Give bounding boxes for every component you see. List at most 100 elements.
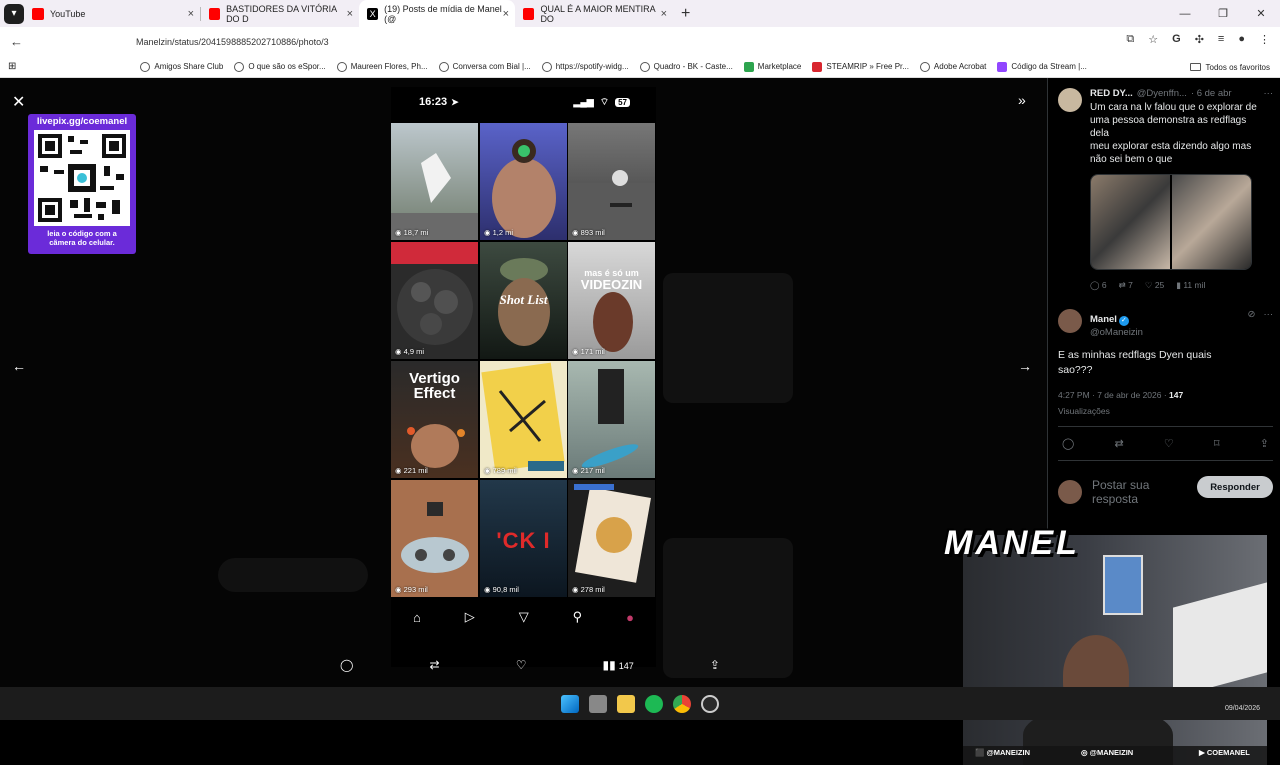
windows-start-icon[interactable] (561, 694, 579, 713)
media-icon[interactable]: ≡ (1218, 33, 1224, 46)
bookmark-item[interactable]: Quadro - BK - Caste... (639, 61, 733, 72)
grid-tile: ◉ 1,2 mi (480, 123, 567, 240)
google-icon[interactable]: G (1172, 33, 1181, 46)
art-photo (574, 484, 651, 583)
bookmark-item[interactable]: https://spotify-widg... (541, 61, 629, 72)
expand-panel-icon[interactable]: » (1018, 92, 1026, 108)
steam-icon[interactable] (701, 694, 719, 713)
url-field[interactable]: Manelzin/status/2041598885202710886/phot… (136, 31, 329, 53)
minimize-button[interactable]: — (1166, 8, 1204, 20)
like-stat[interactable]: ♡ 25 (1145, 280, 1164, 291)
bookmark-icon[interactable]: ⌑ (1214, 437, 1220, 450)
author-handle[interactable]: @oManeizin (1090, 327, 1143, 338)
extensions-icon[interactable]: ✣ (1195, 33, 1204, 46)
media-viewer: ✕ ← → » 16:23 ➤ ▂▄▆ ⌔ 57 ◉ 18,7 mi ◉ 1,2… (0, 78, 1280, 765)
globe-icon (234, 61, 245, 72)
apps-grid-icon[interactable]: ⊞ (8, 61, 16, 72)
tab-title: QUAL É A MAIOR MENTIRA DO (540, 3, 656, 24)
more-options-icon[interactable]: ··· (1264, 88, 1274, 99)
tab-mentira[interactable]: QUAL É A MAIOR MENTIRA DO × (515, 0, 673, 27)
views-value: 18,7 mi (403, 228, 429, 237)
bookmark-item[interactable]: O que são os eSpor... (234, 61, 326, 72)
repost-icon[interactable]: ⇄ (1114, 437, 1123, 450)
reply-stat[interactable]: ◯ 6 (1090, 280, 1107, 291)
skateboard-photo (581, 369, 639, 468)
tweet-line: sao??? (1058, 364, 1093, 376)
maximize-button[interactable]: ❐ (1204, 7, 1242, 20)
x-logo-icon: X (367, 7, 379, 20)
bookmark-item[interactable]: Maureen Flores, Ph... (336, 61, 428, 72)
profile-avatar[interactable]: ● (1238, 33, 1245, 46)
tweet-timestamp[interactable]: 4:27 PM · 7 de abr de 2026 · (1058, 390, 1169, 400)
menu-dots-icon[interactable]: ⋮ (1259, 33, 1270, 46)
reply-icon[interactable]: ◯ (1062, 437, 1074, 450)
more-options-icon[interactable]: ··· (1264, 309, 1274, 320)
views-count: ◉ 4,9 mi (395, 347, 425, 356)
previous-arrow-icon[interactable]: ← (12, 358, 26, 374)
dim-card (663, 273, 793, 403)
hair-photo (391, 242, 478, 345)
search-icon: ⚲ (572, 609, 583, 624)
reply-button[interactable]: Responder (1197, 476, 1273, 498)
tab-youtube[interactable]: YouTube × (24, 0, 200, 27)
next-arrow-icon[interactable]: → (1018, 358, 1032, 374)
close-icon[interactable]: × (188, 8, 194, 20)
close-icon[interactable]: × (503, 8, 509, 20)
chrome-icon[interactable] (673, 694, 691, 713)
views-count: ◉ 90,8 mil (484, 585, 519, 594)
skater-photo (391, 153, 478, 240)
youtube-icon (523, 7, 535, 20)
close-viewer-icon[interactable]: ✕ (12, 92, 25, 112)
youtube-icon (209, 7, 221, 20)
bookmark-star-icon[interactable]: ☆ (1148, 33, 1158, 46)
grok-icon[interactable]: ⊘ (1248, 309, 1256, 320)
folder-icon (1189, 63, 1201, 71)
bookmark-item[interactable]: Marketplace (743, 61, 801, 72)
reply-placeholder: Postar sua (1092, 478, 1150, 492)
author-handle[interactable]: @Dyenffn... (1137, 88, 1187, 99)
author-name[interactable]: RED DY... (1090, 88, 1133, 99)
reply-placeholder: resposta (1092, 492, 1139, 506)
streamer-logo: MANEL (944, 524, 1080, 562)
views-stat[interactable]: ▮ 11 mil (1176, 280, 1205, 291)
like-icon[interactable]: ♡ (516, 658, 527, 672)
cast-icon[interactable]: ⧉ (1126, 33, 1134, 46)
tab-x-posts[interactable]: X (19) Posts de mídia de Manel (@ × (359, 0, 515, 27)
close-icon[interactable]: × (347, 8, 353, 20)
all-bookmarks[interactable]: Todos os favoritos (1189, 56, 1270, 78)
tab-bastidores[interactable]: BASTIDORES DA VITÓRIA DO D × (201, 0, 359, 27)
tweet-image[interactable] (1090, 174, 1252, 270)
views-count: 11 mil (1183, 280, 1206, 290)
back-arrow-icon[interactable]: ← (10, 34, 23, 49)
bookmark-item[interactable]: Amigos Share Club (140, 61, 223, 72)
globe-icon (438, 61, 449, 72)
reply-input[interactable]: Postar sua resposta (1092, 478, 1149, 506)
close-icon[interactable]: × (661, 8, 667, 20)
views-value: 147 (618, 661, 634, 671)
back-photo (492, 139, 556, 238)
avatar[interactable] (1058, 88, 1082, 112)
bookmark-item[interactable]: Adobe Acrobat (919, 61, 986, 72)
like-icon[interactable]: ♡ (1164, 437, 1174, 450)
views-icon[interactable]: ▮▮ 147 (603, 658, 634, 672)
reply-icon[interactable]: ◯ (340, 658, 353, 672)
avatar[interactable] (1058, 309, 1082, 333)
file-explorer-icon[interactable] (617, 694, 635, 713)
spotify-icon[interactable] (645, 694, 663, 713)
new-tab-button[interactable]: + (681, 5, 690, 23)
phone-status-bar: 16:23 ➤ ▂▄▆ ⌔ 57 (391, 87, 656, 117)
tab-search-button[interactable]: ▾ (4, 3, 24, 24)
repost-stat[interactable]: ⇄ 7 (1119, 280, 1133, 291)
share-icon[interactable]: ⇪ (1260, 437, 1269, 450)
tweet-date[interactable]: · 6 de abr (1191, 88, 1232, 99)
views-count: ◉ 171 mil (572, 347, 605, 356)
bookmark-item[interactable]: Conversa com Bial |... (438, 61, 531, 72)
bookmark-item[interactable]: Código da Stream |... (997, 61, 1087, 72)
author-name[interactable]: Manel (1090, 314, 1117, 325)
task-view-icon[interactable] (589, 694, 607, 713)
close-window-button[interactable]: ✕ (1242, 7, 1280, 20)
repost-icon[interactable]: ⇄ (430, 658, 440, 672)
signal-icon: ▂▄▆ (573, 96, 594, 107)
bookmark-item[interactable]: STEAMRIP » Free Pr... (812, 61, 909, 72)
share-icon[interactable]: ⇪ (710, 658, 720, 672)
